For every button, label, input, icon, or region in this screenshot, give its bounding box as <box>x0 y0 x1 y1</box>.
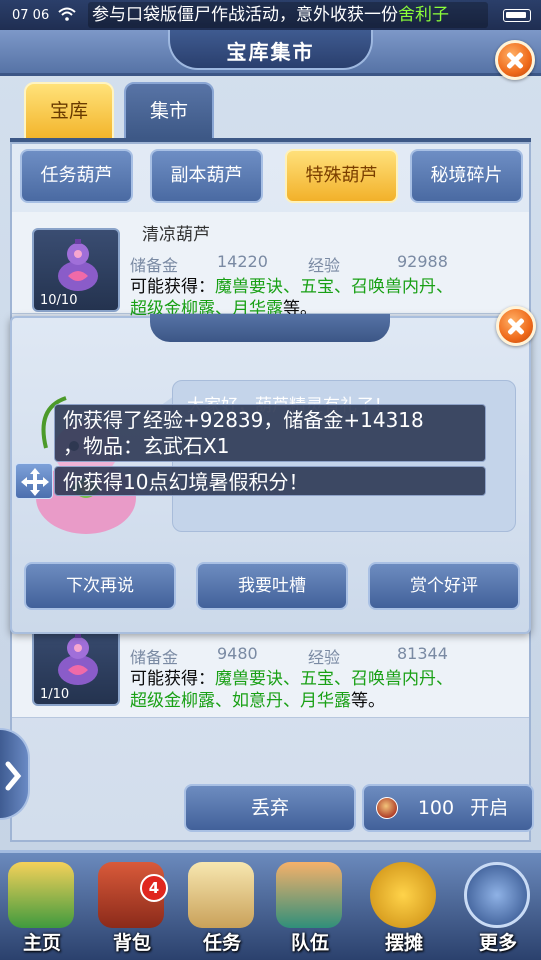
item-name: 清凉葫芦 <box>142 225 210 245</box>
title-plate: 宝库集市 <box>168 30 373 70</box>
side-expand-arrow[interactable] <box>0 728 30 820</box>
list-item[interactable]: 1/10 储备金 9480 经验 81344 可能获得：魔兽要诀、五宝、召唤兽内… <box>12 622 529 718</box>
open-button[interactable]: 100 开启 <box>362 784 534 832</box>
nav-stall[interactable]: 摆摊 <box>362 862 446 960</box>
complain-button[interactable]: 我要吐槽 <box>196 562 348 610</box>
marquee-text: 参与口袋版僵尸作战活动，意外收获一份 <box>92 5 398 25</box>
toast-line: 你获得10点幻境暑假积分！ <box>63 470 309 494</box>
nav-label: 队伍 <box>290 932 329 954</box>
bag-badge: 4 <box>140 874 168 902</box>
close-dialog-button[interactable] <box>496 306 536 346</box>
points-toast: 你获得10点幻境暑假积分！ <box>54 466 486 496</box>
exp-value: 92988 <box>397 252 448 271</box>
item-count: 1/10 <box>40 687 70 702</box>
subtab-dungeon-gourd[interactable]: 副本葫芦 <box>150 149 263 203</box>
discard-button[interactable]: 丢弃 <box>184 784 356 832</box>
coin-icon <box>370 862 436 928</box>
later-button[interactable]: 下次再说 <box>24 562 176 610</box>
reserve-value: 9480 <box>217 644 258 663</box>
treasure-pot-icon <box>376 797 398 819</box>
pavilion-icon <box>8 862 74 928</box>
cloud-icon <box>464 862 530 928</box>
subtab-secret-fragment[interactable]: 秘境碎片 <box>410 149 523 203</box>
toast-line: 你获得了经验+92839，储备金+14318 <box>63 408 424 432</box>
rate-button[interactable]: 赏个好评 <box>368 562 520 610</box>
close-window-button[interactable] <box>495 40 535 80</box>
open-label: 开启 <box>470 797 509 819</box>
list-item[interactable]: 10/10 清凉葫芦 储备金 14220 经验 92988 可能获得：魔兽要诀、… <box>12 212 529 319</box>
battery-icon <box>503 9 531 22</box>
subtab-special-gourd[interactable]: 特殊葫芦 <box>285 149 398 203</box>
reserve-value: 14220 <box>217 252 268 271</box>
marquee-highlight: 舍利子 <box>398 5 449 25</box>
item-count: 10/10 <box>40 293 78 308</box>
reward-suffix: 等。 <box>351 691 385 711</box>
team-icon <box>276 862 342 928</box>
scroll-icon <box>188 862 254 928</box>
dialog-header <box>150 314 390 342</box>
chevron-right-icon <box>5 761 22 791</box>
nav-more[interactable]: 更多 <box>456 862 540 960</box>
nav-team[interactable]: 队伍 <box>268 862 352 960</box>
reward-items: 超级金柳露、如意丹、月华露 <box>130 691 351 711</box>
open-cost: 100 <box>417 797 455 819</box>
status-time: 07 06 <box>12 8 50 23</box>
announcement-marquee: 参与口袋版僵尸作战活动，意外收获一份舍利子 <box>88 2 488 28</box>
tab-treasury[interactable]: 宝库 <box>24 82 114 140</box>
nav-label: 任务 <box>202 932 241 954</box>
nav-label: 背包 <box>112 932 151 954</box>
toast-line: ，物品：玄武石X1 <box>63 434 230 458</box>
nav-home[interactable]: 主页 <box>0 862 84 960</box>
item-slot[interactable]: 10/10 <box>32 228 120 312</box>
reward-line-2: 超级金柳露、如意丹、月华露等。 <box>130 686 385 711</box>
nav-quest[interactable]: 任务 <box>180 862 264 960</box>
subtab-task-gourd[interactable]: 任务葫芦 <box>20 149 133 203</box>
gourd-icon <box>58 239 98 291</box>
tab-market[interactable]: 集市 <box>124 82 214 140</box>
nav-label: 主页 <box>22 932 61 954</box>
page-title: 宝库集市 <box>226 40 315 64</box>
gourd-icon <box>58 633 98 685</box>
exp-value: 81344 <box>397 644 448 663</box>
game-screen: 07 06 参与口袋版僵尸作战活动，意外收获一份舍利子 宝库集市 宝库 集市 任… <box>0 0 541 960</box>
nav-label: 摆摊 <box>384 932 423 954</box>
move-icon[interactable] <box>15 463 53 499</box>
item-slot[interactable]: 1/10 <box>32 622 120 706</box>
wifi-icon <box>58 7 76 21</box>
status-bar: 07 06 参与口袋版僵尸作战活动，意外收获一份舍利子 <box>0 0 541 30</box>
reward-toast: 你获得了经验+92839，储备金+14318 ，物品：玄武石X1 <box>54 404 486 462</box>
nav-label: 更多 <box>478 932 517 954</box>
